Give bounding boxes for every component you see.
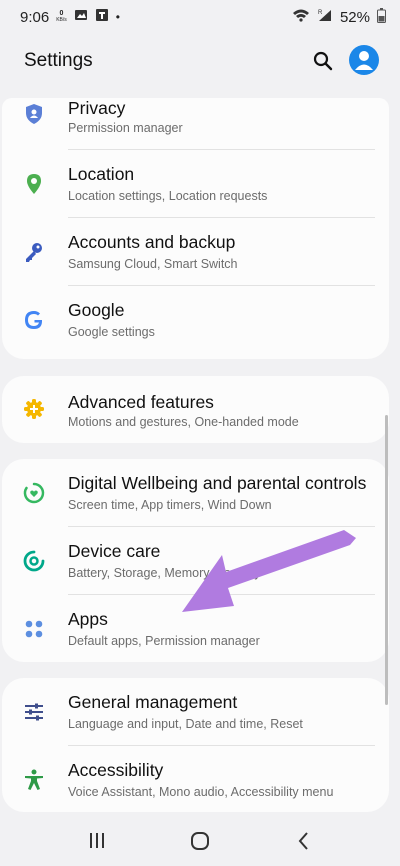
item-title: Advanced features (68, 392, 214, 412)
status-time: 9:06 (20, 8, 50, 26)
item-title: Google (68, 300, 125, 320)
digital-wellbeing-icon (23, 482, 45, 504)
item-subtitle: Location settings, Location requests (68, 189, 268, 203)
status-left: 9:06 0 KB/s • (20, 8, 120, 26)
item-title: Apps (68, 609, 108, 629)
location-pin-icon (27, 174, 41, 194)
item-title: Accounts and backup (68, 232, 236, 252)
more-notifications-dot: • (115, 10, 120, 24)
battery-icon (377, 7, 386, 27)
network-speed-value: 0 (59, 10, 64, 17)
settings-item-accessibility[interactable]: Accessibility Voice Assistant, Mono audi… (2, 746, 389, 812)
settings-item-privacy[interactable]: Privacy Permission manager (2, 90, 389, 150)
back-button[interactable] (291, 828, 317, 854)
device-care-icon (23, 550, 45, 572)
item-title: Location (68, 164, 135, 184)
item-subtitle: Default apps, Permission manager (68, 634, 260, 648)
settings-item-apps[interactable]: Apps Default apps, Permission manager (2, 595, 389, 663)
item-title: Accessibility (68, 760, 164, 780)
back-icon (298, 832, 308, 850)
item-title: Privacy (68, 98, 126, 118)
settings-group-privacy: Privacy Permission manager Location Loca… (2, 98, 389, 359)
settings-item-accounts-backup[interactable]: Accounts and backup Samsung Cloud, Smart… (2, 218, 389, 286)
item-title: General management (68, 692, 238, 712)
item-subtitle: Motions and gestures, One-handed mode (68, 415, 299, 429)
item-subtitle: Permission manager (68, 121, 183, 135)
network-speed-unit: KB/s (56, 17, 67, 23)
privacy-shield-icon (26, 104, 42, 124)
accessibility-person-icon (25, 769, 43, 790)
navigation-bar (0, 814, 400, 866)
svg-text:R: R (318, 10, 323, 16)
settings-group-device: Digital Wellbeing and parental controls … (2, 459, 389, 662)
item-subtitle: Samsung Cloud, Smart Switch (68, 257, 238, 271)
battery-percent: 52% (339, 8, 370, 26)
settings-item-location[interactable]: Location Location settings, Location req… (2, 150, 389, 218)
settings-item-advanced-features[interactable]: Advanced features Motions and gestures, … (2, 376, 389, 443)
settings-group-advanced: Advanced features Motions and gestures, … (2, 376, 389, 443)
item-subtitle: Google settings (68, 325, 155, 339)
search-icon (313, 51, 333, 71)
settings-item-digital-wellbeing[interactable]: Digital Wellbeing and parental controls … (2, 459, 389, 527)
google-g-icon (25, 311, 43, 329)
network-speed: 0 KB/s (56, 10, 67, 24)
search-button[interactable] (311, 49, 335, 73)
item-title: Device care (68, 541, 161, 561)
profile-avatar-button[interactable] (349, 45, 379, 75)
signal-icon: R (317, 8, 333, 26)
scrollbar[interactable] (385, 415, 388, 705)
wifi-icon (292, 8, 310, 26)
settings-item-general-management[interactable]: General management Language and input, D… (2, 678, 389, 746)
notification-icon (95, 8, 109, 26)
status-bar: 9:06 0 KB/s • R 52% (0, 0, 400, 34)
home-button[interactable] (187, 828, 213, 854)
home-icon (191, 832, 209, 850)
sliders-icon (25, 703, 43, 721)
settings-group-general: General management Language and input, D… (2, 678, 389, 812)
recent-apps-icon (90, 833, 104, 848)
advanced-features-gear-icon (24, 399, 44, 419)
header: Settings (0, 34, 400, 90)
item-subtitle: Language and input, Date and time, Reset (68, 717, 303, 731)
item-title: Digital Wellbeing and parental controls (68, 473, 367, 493)
gallery-notification-icon (74, 8, 88, 26)
recent-apps-button[interactable] (84, 828, 110, 854)
settings-item-device-care[interactable]: Device care Battery, Storage, Memory, Se… (2, 527, 389, 595)
apps-grid-icon (25, 620, 43, 638)
page-title: Settings (24, 50, 93, 71)
item-subtitle: Screen time, App timers, Wind Down (68, 498, 272, 512)
item-subtitle: Voice Assistant, Mono audio, Accessibili… (68, 785, 334, 799)
settings-item-google[interactable]: Google Google settings (2, 286, 389, 354)
item-subtitle: Battery, Storage, Memory, Security (68, 566, 261, 580)
key-icon (26, 243, 42, 262)
profile-icon (355, 51, 373, 70)
status-right: R 52% (292, 7, 386, 27)
